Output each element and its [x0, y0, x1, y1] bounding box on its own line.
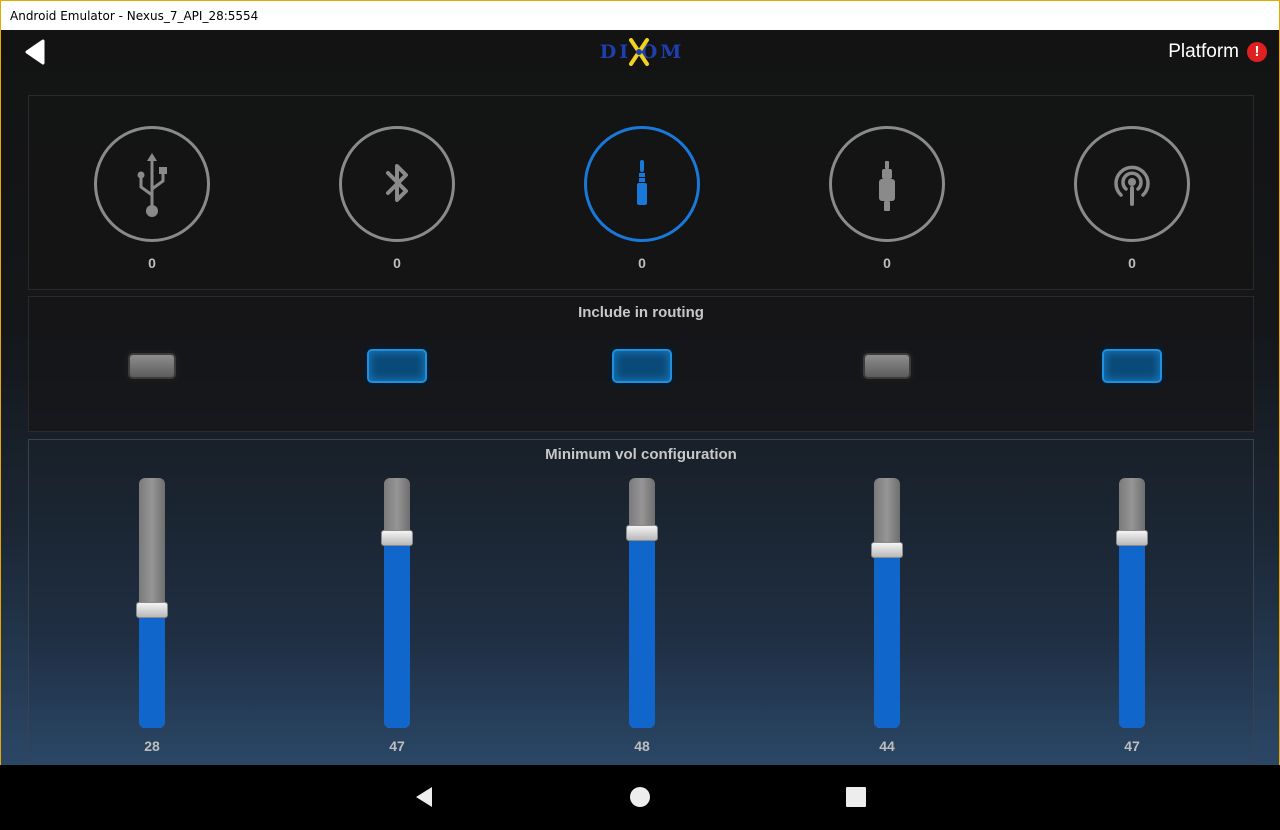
volume-slider-aux[interactable]: [626, 478, 658, 728]
source-wireless-button[interactable]: [1074, 126, 1190, 242]
platform-button[interactable]: Platform !: [1168, 40, 1267, 64]
routing-title: Include in routing: [578, 304, 704, 321]
routing-panel: Include in routing: [28, 296, 1254, 432]
source-rca-button[interactable]: [829, 126, 945, 242]
window-title: Android Emulator - Nexus_7_API_28:5554: [10, 9, 259, 23]
slider-thumb[interactable]: [1116, 530, 1148, 546]
slider-thumb[interactable]: [136, 602, 168, 618]
logo-x-icon: [629, 38, 649, 66]
slider-fill: [629, 533, 655, 728]
window-title-bar: Android Emulator - Nexus_7_API_28:5554: [0, 0, 1280, 30]
source-aux-value: 0: [638, 255, 646, 271]
nav-back-icon[interactable]: [412, 785, 436, 809]
platform-label: Platform: [1168, 41, 1239, 62]
volume-value-aux: 48: [634, 738, 650, 754]
volume-slider-bluetooth[interactable]: [381, 478, 413, 728]
volume-value-wireless: 47: [1124, 738, 1140, 754]
volume-value-bluetooth: 47: [389, 738, 405, 754]
nav-recents-icon[interactable]: [844, 785, 868, 809]
slider-thumb[interactable]: [871, 542, 903, 558]
routing-toggle-wireless[interactable]: [1102, 349, 1162, 383]
slider-fill: [139, 610, 165, 728]
volume-slider-wireless[interactable]: [1116, 478, 1148, 728]
back-arrow-icon[interactable]: [23, 39, 47, 65]
slider-track: [629, 478, 655, 728]
slider-track: [874, 478, 900, 728]
sources-panel: 0 0 0 0 0: [28, 95, 1254, 290]
slider-fill: [384, 538, 410, 728]
aux-jack-icon: [637, 160, 647, 205]
volume-slider-usb[interactable]: [136, 478, 168, 728]
volume-value-usb: 28: [144, 738, 160, 754]
dixom-logo: DI OM: [586, 38, 698, 66]
android-nav-bar: [0, 765, 1280, 830]
routing-toggle-usb[interactable]: [128, 353, 176, 379]
slider-track: [384, 478, 410, 728]
slider-track: [1119, 478, 1145, 728]
bluetooth-icon: [386, 164, 408, 202]
source-aux-button[interactable]: [584, 126, 700, 242]
routing-toggle-aux[interactable]: [612, 349, 672, 383]
app-screen: DI OM Platform ! 0 0 0 0 0 Include in ro…: [1, 30, 1279, 765]
slider-fill: [1119, 538, 1145, 728]
source-usb-button[interactable]: [94, 126, 210, 242]
source-wireless-value: 0: [1128, 255, 1136, 271]
nav-home-icon[interactable]: [628, 785, 652, 809]
volume-value-rca: 44: [879, 738, 895, 754]
alert-icon: !: [1247, 42, 1267, 62]
volume-slider-rca[interactable]: [871, 478, 903, 728]
source-bluetooth-button[interactable]: [339, 126, 455, 242]
source-rca-value: 0: [883, 255, 891, 271]
slider-fill: [874, 550, 900, 728]
slider-thumb[interactable]: [381, 530, 413, 546]
source-usb-value: 0: [148, 255, 156, 271]
usb-icon: [137, 153, 167, 217]
rca-plug-icon: [879, 161, 895, 211]
slider-thumb[interactable]: [626, 525, 658, 541]
wireless-stream-icon: [1114, 165, 1150, 206]
source-bluetooth-value: 0: [393, 255, 401, 271]
routing-toggle-rca[interactable]: [863, 353, 911, 379]
routing-toggle-bluetooth[interactable]: [367, 349, 427, 383]
volume-title: Minimum vol configuration: [545, 446, 737, 463]
volume-panel: Minimum vol configuration 28 47 48 44 47: [28, 439, 1254, 764]
